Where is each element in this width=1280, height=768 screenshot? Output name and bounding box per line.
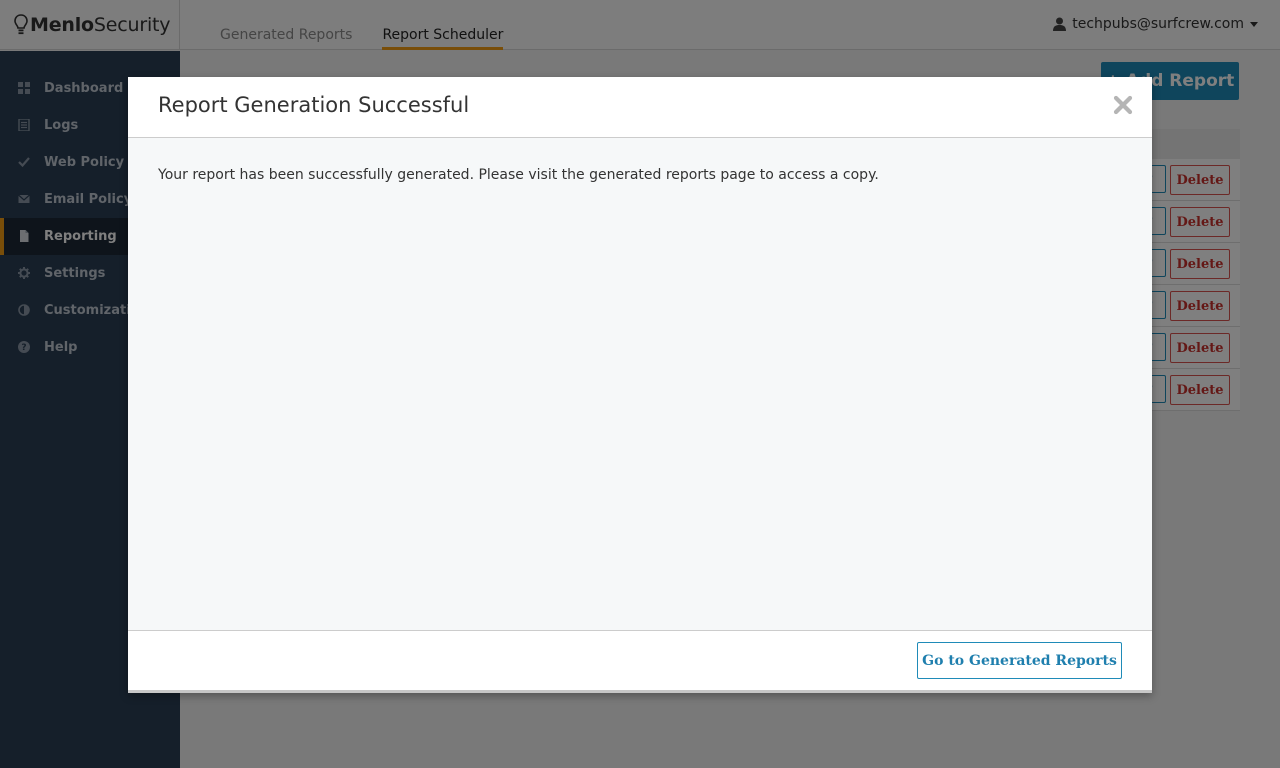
modal-footer: Go to Generated Reports xyxy=(128,630,1152,693)
modal-title: Report Generation Successful xyxy=(158,93,470,117)
report-success-modal: Report Generation Successful Your report… xyxy=(128,77,1152,693)
close-icon[interactable] xyxy=(1112,94,1134,116)
modal-header: Report Generation Successful xyxy=(128,77,1152,138)
modal-message: Your report has been successfully genera… xyxy=(158,167,879,183)
go-to-generated-reports-button[interactable]: Go to Generated Reports xyxy=(917,642,1122,679)
